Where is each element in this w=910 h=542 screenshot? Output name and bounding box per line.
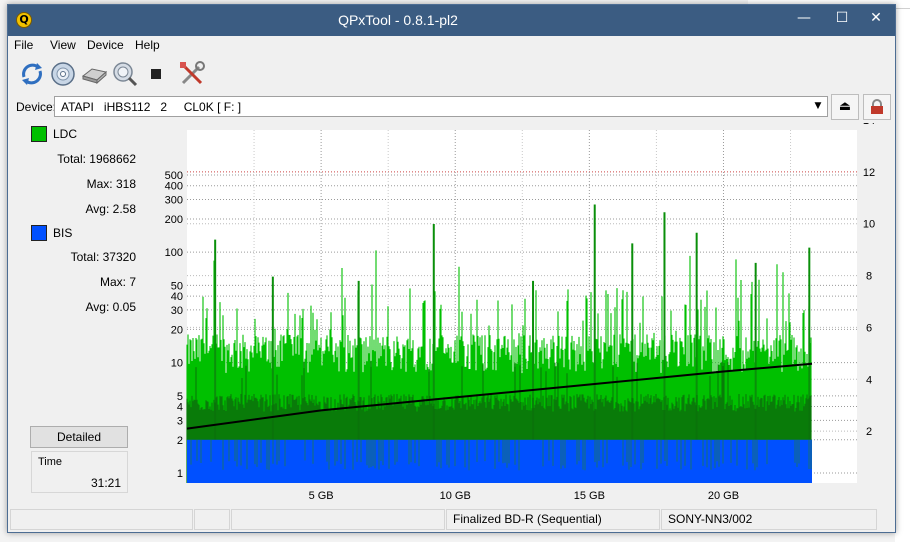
y-axis-right-tick-label: 8: [866, 271, 872, 283]
menu-device[interactable]: Device: [87, 38, 124, 52]
chart-svg: 1234510203040501002003004005002468101214…: [165, 115, 875, 502]
qpxtool-window: Q QPxTool - 0.8.1-pl2 — ☐ ✕ File View De…: [7, 4, 896, 533]
y-axis-left-tick-label: 1: [177, 468, 183, 480]
x-axis-tick-label: 10 GB: [440, 490, 471, 502]
detailed-button[interactable]: Detailed: [30, 426, 128, 448]
bis-avg: Avg: 0.05: [85, 300, 136, 314]
status-bar: Finalized BD-R (Sequential) SONY-NN3/002: [8, 508, 895, 532]
device-value: ATAPI iHBS112 2 CL0K [ F: ]: [61, 100, 242, 114]
y-axis-right-tick-label: 4: [866, 374, 872, 386]
menu-help[interactable]: Help: [135, 38, 160, 52]
status-cell-empty-1: [10, 509, 193, 530]
status-cell-empty-3: [231, 509, 445, 530]
y-axis-left-tick-label: 5: [177, 391, 183, 403]
status-cell-empty-2: [194, 509, 230, 530]
bis-total: Total: 37320: [70, 250, 136, 264]
bis-label: BIS: [53, 226, 73, 240]
y-axis-left-tick-label: 200: [165, 214, 183, 226]
y-axis-left-tick-label: 400: [165, 181, 183, 193]
drive-icon[interactable]: [80, 60, 108, 88]
ldc-total: Total: 1968662: [57, 152, 136, 166]
y-axis-right-tick-label: 12: [863, 167, 875, 179]
y-axis-left-tick-label: 500: [165, 170, 183, 182]
disc-info-icon[interactable]: [49, 60, 77, 88]
y-axis-right-tick-label: 10: [863, 219, 875, 231]
maximize-button[interactable]: ☐: [823, 5, 861, 33]
y-axis-left-tick-label: 20: [171, 324, 183, 336]
stats-panel: LDC Total: 1968662 Max: 318 Avg: 2.58 BI…: [26, 123, 136, 498]
refresh-icon[interactable]: [18, 60, 46, 88]
y-axis-left-tick-label: 40: [171, 291, 183, 303]
x-axis-tick-label: 20 GB: [708, 490, 739, 502]
ldc-legend-swatch: [31, 126, 47, 142]
y-axis-left-tick-label: 2: [177, 435, 183, 447]
scan-icon[interactable]: [111, 60, 139, 88]
settings-tools-icon[interactable]: [178, 60, 206, 88]
title-bar[interactable]: Q QPxTool - 0.8.1-pl2 — ☐ ✕: [8, 5, 895, 36]
background-window-strip: [895, 0, 910, 542]
minimize-button[interactable]: —: [785, 5, 823, 33]
x-axis-tick-label: 15 GB: [574, 490, 605, 502]
device-row: Device: ATAPI iHBS112 2 CL0K [ F: ] ▼ ⏏: [8, 94, 895, 122]
eject-button[interactable]: ⏏: [831, 94, 859, 120]
y-axis-left-tick-label: 300: [165, 194, 183, 206]
y-axis-right-tick-label: 6: [866, 322, 872, 334]
lock-icon: [871, 99, 883, 114]
lock-button[interactable]: [863, 94, 891, 120]
toolbar: [8, 56, 895, 94]
menu-bar: File View Device Help: [8, 36, 895, 56]
y-axis-left-tick-label: 50: [171, 280, 183, 292]
device-select[interactable]: ATAPI iHBS112 2 CL0K [ F: ] ▼: [54, 96, 828, 117]
error-chart: 1234510203040501002003004005002468101214…: [142, 115, 888, 508]
bis-max: Max: 7: [99, 275, 136, 289]
time-box: Time 31:21: [31, 451, 128, 493]
y-axis-right-tick-label: 14: [863, 123, 875, 127]
ldc-avg: Avg: 2.58: [85, 202, 136, 216]
ldc-max: Max: 318: [86, 177, 136, 191]
y-axis-left-tick-label: 100: [165, 247, 183, 259]
time-label: Time: [38, 456, 63, 468]
close-button[interactable]: ✕: [857, 5, 895, 33]
menu-file[interactable]: File: [14, 38, 33, 52]
time-value: 31:21: [90, 476, 121, 490]
y-axis-left-tick-label: 30: [171, 305, 183, 317]
y-axis-left-tick-label: 10: [171, 358, 183, 370]
y-axis-left-tick-label: 4: [177, 402, 183, 414]
y-axis-left-tick-label: 3: [177, 415, 183, 427]
status-disc-type: Finalized BD-R (Sequential): [446, 509, 660, 530]
window-title: QPxTool - 0.8.1-pl2: [338, 12, 458, 28]
bis-legend-swatch: [31, 225, 47, 241]
x-axis-tick-label: 5 GB: [309, 490, 334, 502]
y-axis-right-tick-label: 2: [866, 426, 872, 438]
menu-view[interactable]: View: [50, 38, 76, 52]
status-media-id: SONY-NN3/002: [661, 509, 877, 530]
chevron-down-icon[interactable]: ▼: [811, 99, 825, 114]
ldc-label: LDC: [53, 127, 78, 141]
stop-icon[interactable]: [142, 60, 170, 88]
device-label: Device:: [16, 100, 57, 114]
